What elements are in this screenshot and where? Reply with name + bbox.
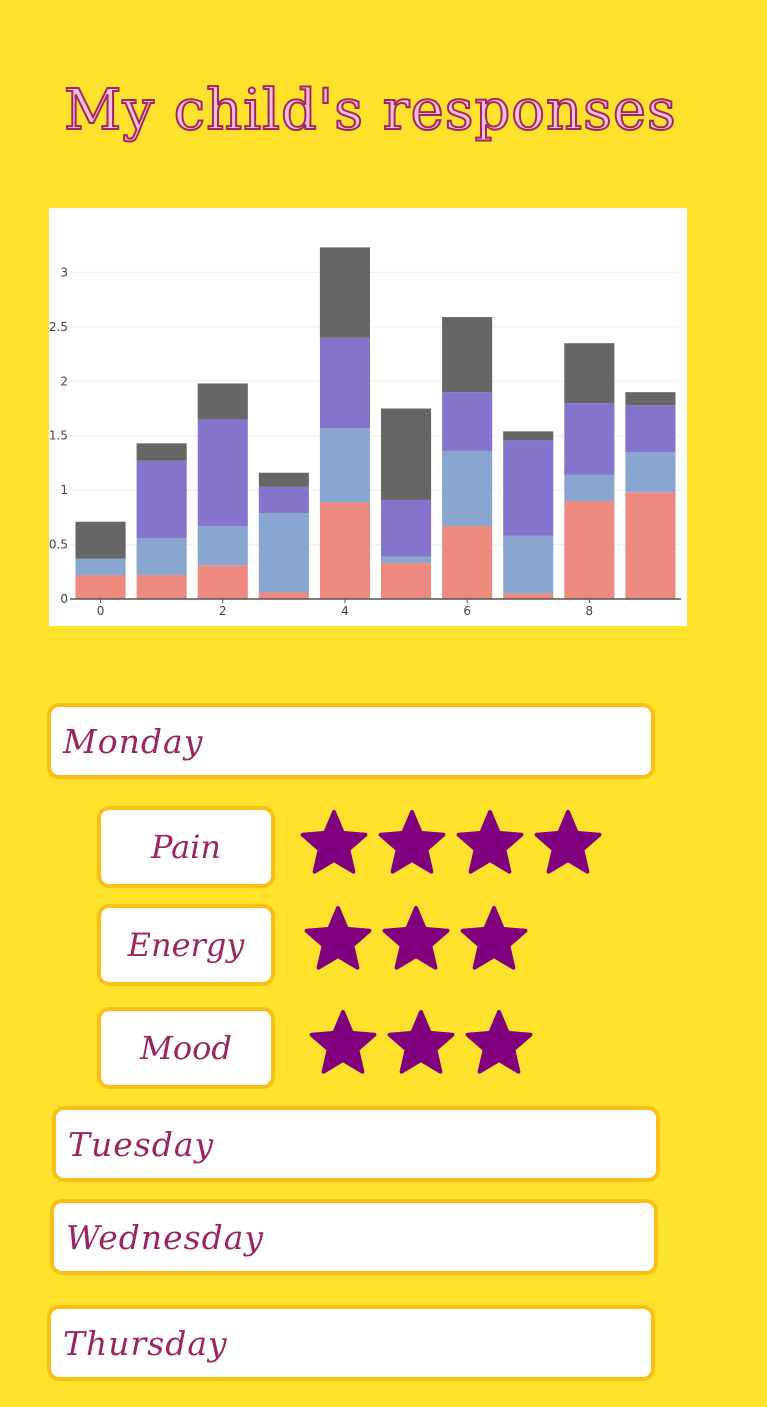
star-icon xyxy=(378,808,446,876)
day-label: Tuesday xyxy=(68,1124,215,1164)
bar-segment xyxy=(258,513,309,593)
star-icon xyxy=(382,904,450,972)
metric-pain: Pain xyxy=(97,806,275,888)
bar-segment xyxy=(503,593,554,599)
day-label: Wednesday xyxy=(66,1217,265,1257)
day-thursday[interactable]: Thursday xyxy=(47,1305,655,1381)
pain-rating xyxy=(300,808,602,876)
bar-segment xyxy=(258,486,309,514)
bar-segment xyxy=(625,452,676,493)
y-tick-label: 2 xyxy=(60,374,68,388)
bar-segment xyxy=(75,521,126,559)
x-tick-label: 2 xyxy=(219,604,227,618)
bar-segment xyxy=(319,337,371,429)
bar-segment xyxy=(75,558,126,576)
x-tick-label: 0 xyxy=(97,604,105,618)
star-icon xyxy=(309,1008,377,1076)
x-tick-label: 6 xyxy=(463,604,471,618)
bar-segment xyxy=(319,428,371,503)
star-icon xyxy=(387,1008,455,1076)
bar-segment xyxy=(75,575,126,599)
bar-segment xyxy=(625,392,676,406)
bar-segment xyxy=(625,492,676,599)
y-tick-label: 1 xyxy=(60,483,68,497)
bar-segment xyxy=(442,317,493,393)
y-tick-label: 1.5 xyxy=(49,429,68,443)
bar-segment xyxy=(197,383,248,420)
bar-segment xyxy=(625,405,676,453)
day-tuesday[interactable]: Tuesday xyxy=(52,1106,660,1182)
x-tick-label: 8 xyxy=(586,604,594,618)
star-icon xyxy=(465,1008,533,1076)
responses-chart: 0 0.5 1 1.5 2 2.5 3 0 2 4 6 8 xyxy=(49,208,687,626)
energy-rating xyxy=(304,904,528,972)
bar-segment xyxy=(197,526,248,566)
bar-segment xyxy=(136,443,187,461)
star-icon xyxy=(300,808,368,876)
metric-energy: Energy xyxy=(97,904,275,986)
x-tick-label: 4 xyxy=(341,604,349,618)
page-title: My child's responses xyxy=(63,77,677,144)
y-tick-label: 0.5 xyxy=(49,538,68,552)
bar-segment xyxy=(442,526,493,599)
bar-segment xyxy=(503,440,554,536)
day-label: Monday xyxy=(63,721,204,761)
bar-segment xyxy=(380,556,432,564)
star-icon xyxy=(460,904,528,972)
day-wednesday[interactable]: Wednesday xyxy=(50,1199,658,1275)
bar-segment xyxy=(258,472,309,487)
metric-label: Pain xyxy=(150,828,221,866)
metric-label: Energy xyxy=(127,926,245,964)
bar-segment xyxy=(442,450,493,527)
bar-segment xyxy=(197,565,248,599)
bar-segment xyxy=(258,592,309,599)
y-tick-label: 3 xyxy=(60,265,68,279)
bar-segment xyxy=(380,408,432,500)
star-icon xyxy=(456,808,524,876)
bar-segment xyxy=(564,501,615,599)
bar-segment xyxy=(442,392,493,451)
bar-segment xyxy=(136,538,187,576)
bar-segment xyxy=(136,460,187,539)
y-tick-label: 2.5 xyxy=(49,320,68,334)
bar-segment xyxy=(319,247,371,338)
bar-segment xyxy=(380,563,432,599)
metric-mood: Mood xyxy=(97,1007,275,1089)
day-monday[interactable]: Monday xyxy=(47,703,655,779)
metric-label: Mood xyxy=(140,1029,232,1067)
y-tick-label: 0 xyxy=(60,592,68,606)
bar-segment xyxy=(319,502,371,599)
bar-segment xyxy=(503,535,554,594)
mood-rating xyxy=(309,1008,533,1076)
bar-segment xyxy=(380,499,432,557)
bar-segment xyxy=(503,431,554,441)
star-icon xyxy=(534,808,602,876)
star-icon xyxy=(304,904,372,972)
bar-segment xyxy=(564,343,615,404)
bar-segment xyxy=(136,575,187,599)
bar-segment xyxy=(197,419,248,527)
day-label: Thursday xyxy=(63,1323,228,1363)
bar-segment xyxy=(564,403,615,475)
bar-segment xyxy=(564,474,615,502)
